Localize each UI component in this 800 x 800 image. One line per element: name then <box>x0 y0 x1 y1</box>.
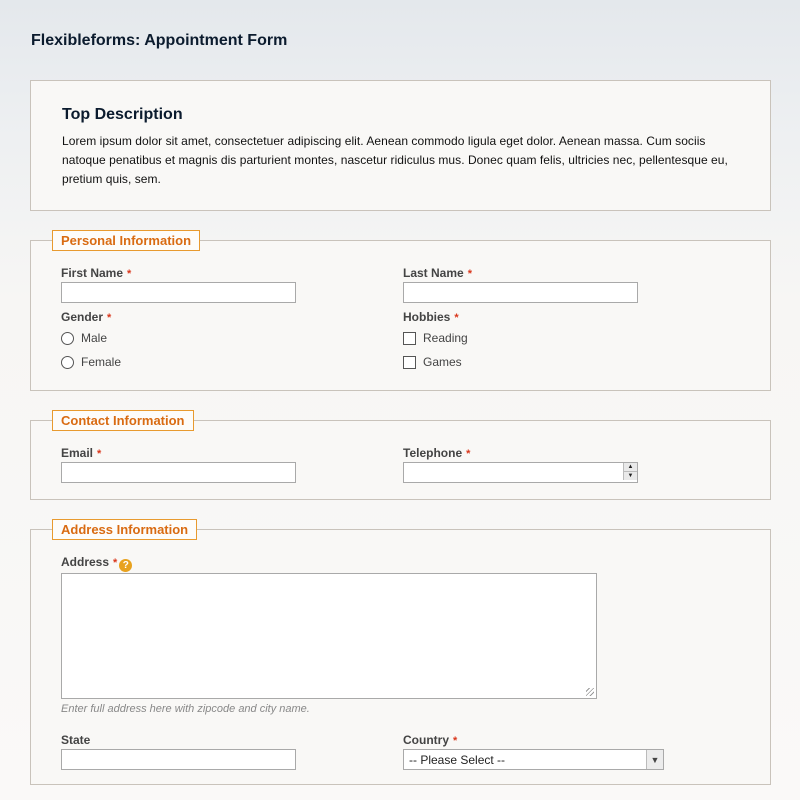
required-mark: * <box>454 312 459 324</box>
checkbox[interactable] <box>403 331 416 345</box>
first-name-field: First Name * <box>61 266 296 303</box>
country-label: Country * <box>403 733 458 747</box>
required-mark: * <box>107 312 112 324</box>
radio-button[interactable] <box>61 331 74 345</box>
telephone-label: Telephone * <box>403 446 471 460</box>
address-textarea[interactable] <box>61 573 597 699</box>
gender-option-female[interactable]: Female <box>61 350 121 374</box>
last-name-label: Last Name * <box>403 266 472 280</box>
telephone-input[interactable] <box>403 462 638 483</box>
required-mark: * <box>453 735 458 747</box>
required-mark: * <box>127 268 132 280</box>
address-label: Address *? <box>61 555 597 572</box>
required-mark: * <box>97 448 102 460</box>
personal-information-fieldset: Personal Information First Name * Last Na… <box>30 230 771 391</box>
contact-information-legend: Contact Information <box>52 410 194 431</box>
chevron-down-icon[interactable]: ▼ <box>624 472 637 480</box>
address-field: Address *? Enter full address here with z… <box>61 555 597 715</box>
telephone-stepper[interactable]: ▲ ▼ <box>623 463 637 480</box>
required-mark: * <box>466 448 471 460</box>
resize-handle-icon[interactable] <box>586 688 594 696</box>
chevron-down-icon[interactable]: ▼ <box>646 750 663 769</box>
address-information-fieldset: Address Information Address *? Enter full… <box>30 519 771 785</box>
top-description-text: Lorem ipsum dolor sit amet, consectetuer… <box>62 134 728 186</box>
top-description-title: Top Description <box>62 106 183 123</box>
address-information-legend: Address Information <box>52 519 198 540</box>
personal-information-legend: Personal Information <box>52 230 201 251</box>
email-label: Email * <box>61 446 102 460</box>
checkbox[interactable] <box>403 355 416 369</box>
hobbies-label: Hobbies * <box>403 310 459 324</box>
gender-field: Gender * Male Female <box>61 310 121 374</box>
hobby-option-games[interactable]: Games <box>403 350 468 374</box>
hobby-option-reading[interactable]: Reading <box>403 326 468 350</box>
last-name-input[interactable] <box>403 282 638 303</box>
required-mark: * <box>113 557 118 569</box>
first-name-input[interactable] <box>61 282 296 303</box>
email-field: Email * <box>61 446 296 483</box>
first-name-label: First Name * <box>61 266 132 280</box>
last-name-field: Last Name * <box>403 266 638 303</box>
gender-option-male[interactable]: Male <box>61 326 121 350</box>
top-description-box: Top Description Lorem ipsum dolor sit am… <box>30 80 771 211</box>
country-field: Country * -- Please Select -- ▼ <box>403 733 664 770</box>
state-label: State <box>61 733 91 747</box>
page-title: Flexibleforms: Appointment Form <box>31 32 288 49</box>
chevron-up-icon[interactable]: ▲ <box>624 463 637 472</box>
hobbies-field: Hobbies * Reading Games <box>403 310 468 374</box>
state-field: State <box>61 733 296 770</box>
gender-label: Gender * <box>61 310 112 324</box>
required-mark: * <box>467 268 472 280</box>
email-input[interactable] <box>61 462 296 483</box>
contact-information-fieldset: Contact Information Email * Telephone * ▲ … <box>30 410 771 500</box>
telephone-field: Telephone * ▲ ▼ <box>403 446 638 483</box>
state-input[interactable] <box>61 749 296 770</box>
radio-button[interactable] <box>61 355 74 369</box>
country-select[interactable]: -- Please Select -- ▼ <box>403 749 664 770</box>
help-icon[interactable]: ? <box>119 559 133 572</box>
address-hint: Enter full address here with zipcode and… <box>61 703 310 715</box>
